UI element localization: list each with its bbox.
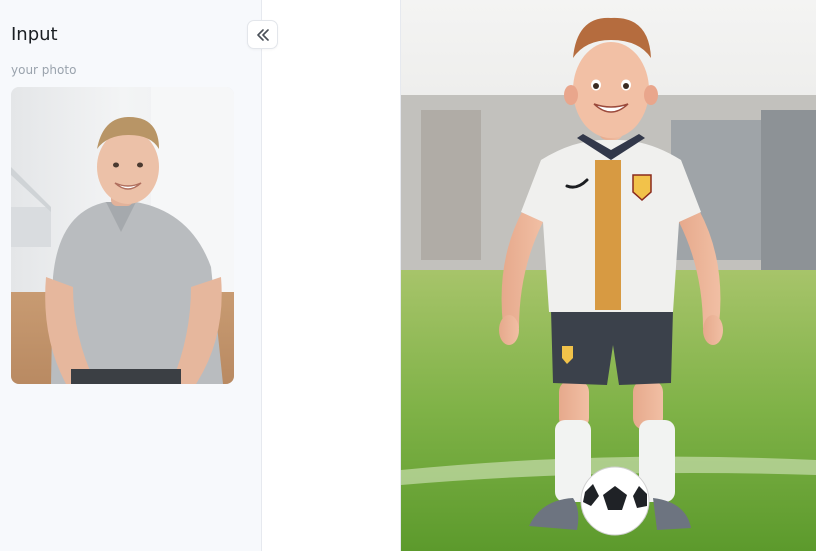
input-panel: Input your photo [0, 0, 278, 551]
collapse-panel-button[interactable] [247, 20, 278, 49]
photo-label: your photo [11, 63, 77, 77]
input-photo[interactable] [11, 87, 234, 384]
output-image[interactable] [401, 0, 816, 551]
output-image-render [401, 0, 816, 551]
input-photo-image [11, 87, 234, 384]
panel-title: Input [11, 24, 58, 45]
double-chevron-left-icon [256, 28, 270, 41]
